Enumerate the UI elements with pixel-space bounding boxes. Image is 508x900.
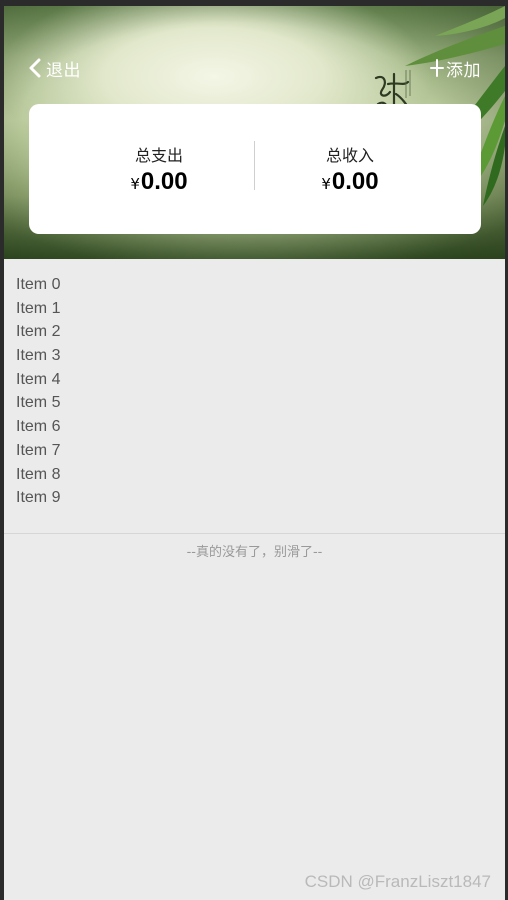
expense-amount: ¥0.00 xyxy=(64,168,254,196)
expense-value: 0.00 xyxy=(140,168,188,195)
back-button-label: 退出 xyxy=(46,60,81,81)
expense-summary: 总支出 ¥0.00 xyxy=(64,104,254,234)
chevron-left-icon xyxy=(29,58,41,78)
income-value: 0.00 xyxy=(331,168,379,195)
list-item[interactable]: Item 9 xyxy=(16,486,60,510)
list-item[interactable]: Item 8 xyxy=(16,463,60,487)
list-end-text: --真的没有了，别滑了-- xyxy=(186,545,323,560)
list-item[interactable]: Item 0 xyxy=(16,273,60,297)
watermark: CSDN @FranzLiszt1847 xyxy=(304,872,491,891)
list-item[interactable]: Item 4 xyxy=(16,368,60,392)
income-currency: ¥ xyxy=(321,175,331,193)
record-list: Item 0 Item 1 Item 2 Item 3 Item 4 Item … xyxy=(16,273,60,510)
list-item[interactable]: Item 2 xyxy=(16,320,60,344)
list-item[interactable]: Item 7 xyxy=(16,439,60,463)
list-item[interactable]: Item 5 xyxy=(16,391,60,415)
list-item[interactable]: Item 6 xyxy=(16,415,60,439)
expense-currency: ¥ xyxy=(130,175,140,193)
income-amount: ¥0.00 xyxy=(255,168,445,196)
add-button[interactable]: 添加 xyxy=(430,56,481,81)
add-button-label: 添加 xyxy=(446,60,481,81)
back-button[interactable]: 退出 xyxy=(28,56,81,81)
list-item[interactable]: Item 1 xyxy=(16,297,60,321)
expense-title: 总支出 xyxy=(134,146,183,165)
list-end-divider xyxy=(4,533,505,534)
income-title: 总收入 xyxy=(325,146,374,165)
summary-card: 总支出 ¥0.00 总收入 ¥0.00 xyxy=(29,104,481,234)
list-item[interactable]: Item 3 xyxy=(16,344,60,368)
income-summary: 总收入 ¥0.00 xyxy=(255,104,445,234)
app-screen: 退出 添加 总支出 ¥0.00 总收入 ¥0.00 Item 0 Item 1 … xyxy=(4,6,505,900)
plus-icon xyxy=(430,59,444,77)
header-banner: 退出 添加 总支出 ¥0.00 总收入 ¥0.00 xyxy=(4,6,505,259)
